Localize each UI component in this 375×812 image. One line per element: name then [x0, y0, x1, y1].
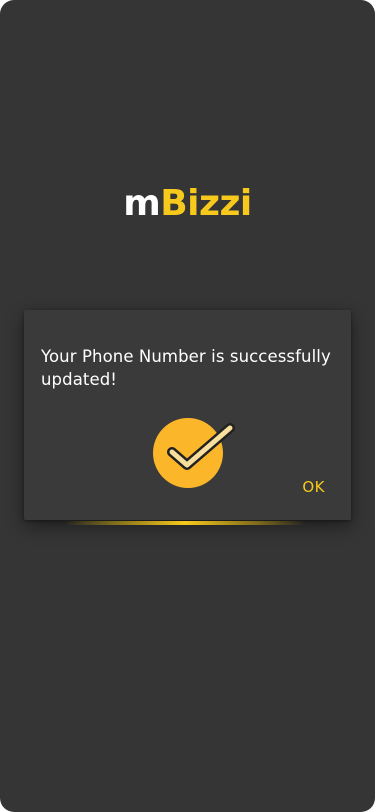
logo-prefix: m [123, 183, 161, 224]
dialog-message: Your Phone Number is successfully update… [41, 347, 331, 389]
check-badge-svg [153, 418, 235, 488]
success-dialog: Your Phone Number is successfully update… [24, 310, 351, 520]
ok-button[interactable]: OK [300, 476, 327, 498]
app-logo: mBizzi [0, 182, 375, 226]
app-screen: mBizzi Your Phone Number is successfully… [0, 0, 375, 812]
check-badge-icon [152, 412, 236, 488]
progress-glow-line [65, 521, 305, 525]
check-badge-circle [153, 418, 223, 488]
logo-main: Bizzi [160, 183, 252, 224]
